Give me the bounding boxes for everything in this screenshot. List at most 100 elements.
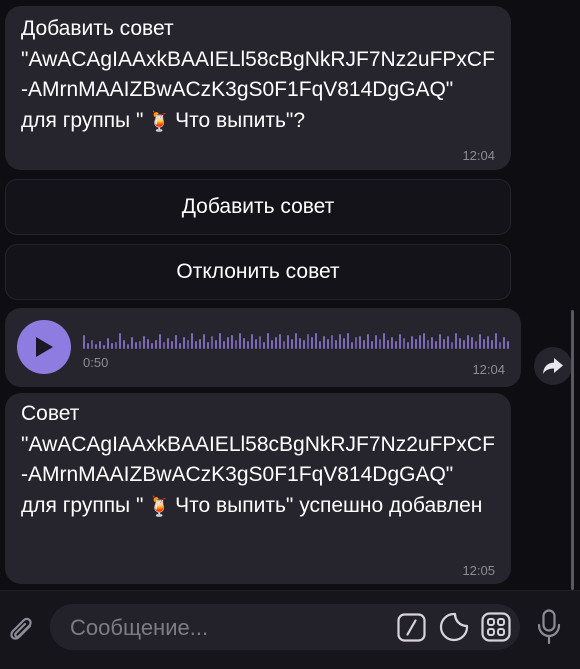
waveform-bar xyxy=(343,338,345,349)
voice-message-bubble: 0:50 12:04 xyxy=(5,308,521,387)
play-button[interactable] xyxy=(17,320,71,374)
waveform-bar xyxy=(235,340,237,349)
waveform-bar xyxy=(151,343,153,349)
waveform-bar xyxy=(363,340,365,349)
waveform-bar xyxy=(107,338,109,349)
waveform-bar xyxy=(351,342,353,349)
waveform-bar xyxy=(307,334,309,349)
message-text: Добавить совет "AwACAgIAAxkBAAIELl58cBgN… xyxy=(21,14,497,138)
waveform-bar xyxy=(247,341,249,349)
waveform-bar xyxy=(387,340,389,349)
waveform-bar xyxy=(119,333,121,349)
waveform-bar xyxy=(139,341,141,349)
message-text-tail: Что выпить"? xyxy=(175,108,306,132)
emoji-menu-button[interactable] xyxy=(481,612,511,642)
waveform-bar xyxy=(211,336,213,349)
add-tip-button[interactable]: Добавить совет xyxy=(5,179,511,235)
waveform-bar xyxy=(199,339,201,349)
waveform-bar xyxy=(495,333,497,349)
waveform-bar xyxy=(219,333,221,349)
waveform-bar xyxy=(335,340,337,349)
waveform-bar xyxy=(423,333,425,349)
waveform-bar xyxy=(455,333,457,349)
waveform-bar xyxy=(191,333,193,349)
waveform-bar xyxy=(99,341,101,349)
message-bubble-confirmation: Совет "AwACAgIAAxkBAAIELl58cBgNkRJF7Nz2u… xyxy=(5,393,511,584)
waveform-bar xyxy=(283,341,285,349)
sticker-icon xyxy=(439,612,469,642)
waveform-bar xyxy=(479,334,481,349)
waveform-bar xyxy=(371,341,373,349)
waveform-bar xyxy=(379,339,381,349)
waveform-bar xyxy=(499,342,501,349)
waveform-bar xyxy=(503,337,505,349)
waveform-bar xyxy=(239,333,241,349)
waveform-bar xyxy=(339,334,341,349)
message-composer xyxy=(0,590,580,669)
waveform-bar xyxy=(331,335,333,349)
microphone-icon xyxy=(537,609,561,645)
waveform-bar xyxy=(223,341,225,349)
waveform-bar xyxy=(439,334,441,349)
waveform-bar xyxy=(435,341,437,349)
message-time: 12:04 xyxy=(462,148,495,163)
waveform-bar xyxy=(147,339,149,349)
waveform-bar xyxy=(271,340,273,349)
chat-screen: Добавить совет "AwACAgIAAxkBAAIELl58cBgN… xyxy=(0,0,580,669)
waveform-bar xyxy=(295,333,297,349)
cocktail-emoji: 🍹 xyxy=(147,111,172,133)
commands-button[interactable] xyxy=(397,613,426,642)
waveform-bar xyxy=(327,339,329,349)
waveform-bar xyxy=(451,342,453,349)
waveform-bar xyxy=(163,342,165,349)
message-time: 12:05 xyxy=(462,563,495,578)
voice-record-button[interactable] xyxy=(534,609,564,645)
message-time: 12:04 xyxy=(472,362,505,377)
waveform-bar xyxy=(91,340,93,349)
waveform-bar xyxy=(463,340,465,349)
forward-button[interactable] xyxy=(534,347,572,385)
waveform-bar xyxy=(419,335,421,349)
waveform-bar xyxy=(215,340,217,349)
waveform-bar xyxy=(243,338,245,349)
slash-command-icon xyxy=(397,613,426,642)
paperclip-icon xyxy=(10,617,32,640)
waveform-bar xyxy=(207,342,209,349)
waveform-bar xyxy=(83,335,85,349)
voice-waveform[interactable] xyxy=(83,327,511,349)
waveform-bar xyxy=(415,339,417,349)
waveform-bar xyxy=(507,341,509,349)
waveform-bar xyxy=(491,340,493,349)
message-input-container xyxy=(50,604,520,652)
message-bubble-request: Добавить совет "AwACAgIAAxkBAAIELl58cBgN… xyxy=(5,6,511,170)
waveform-bar xyxy=(87,343,89,349)
message-input[interactable] xyxy=(68,604,392,652)
waveform-bar xyxy=(155,340,157,349)
waveform-bar xyxy=(359,336,361,349)
sticker-button[interactable] xyxy=(439,612,469,642)
waveform-bar xyxy=(427,340,429,349)
waveform-bar xyxy=(395,341,397,349)
play-icon xyxy=(36,337,53,357)
waveform-bar xyxy=(319,341,321,349)
waveform-bar xyxy=(227,337,229,349)
attach-button[interactable] xyxy=(4,611,38,645)
waveform-bar xyxy=(255,339,257,349)
waveform-bar xyxy=(483,339,485,349)
waveform-bar xyxy=(111,343,113,349)
waveform-bar xyxy=(115,342,117,349)
message-text: Совет "AwACAgIAAxkBAAIELl58cBgNkRJF7Nz2u… xyxy=(21,399,497,523)
waveform-bar xyxy=(259,336,261,349)
waveform-bar xyxy=(131,337,133,349)
waveform-bar xyxy=(411,336,413,349)
waveform-bar xyxy=(459,338,461,349)
waveform-bar xyxy=(355,337,357,349)
waveform-bar xyxy=(399,334,401,349)
reject-tip-button[interactable]: Отклонить совет xyxy=(5,244,511,300)
waveform-bar xyxy=(135,342,137,349)
scrollbar[interactable] xyxy=(571,310,574,590)
waveform-bar xyxy=(447,336,449,349)
waveform-bar xyxy=(475,341,477,349)
waveform-bar xyxy=(263,342,265,349)
waveform-bar xyxy=(275,337,277,349)
